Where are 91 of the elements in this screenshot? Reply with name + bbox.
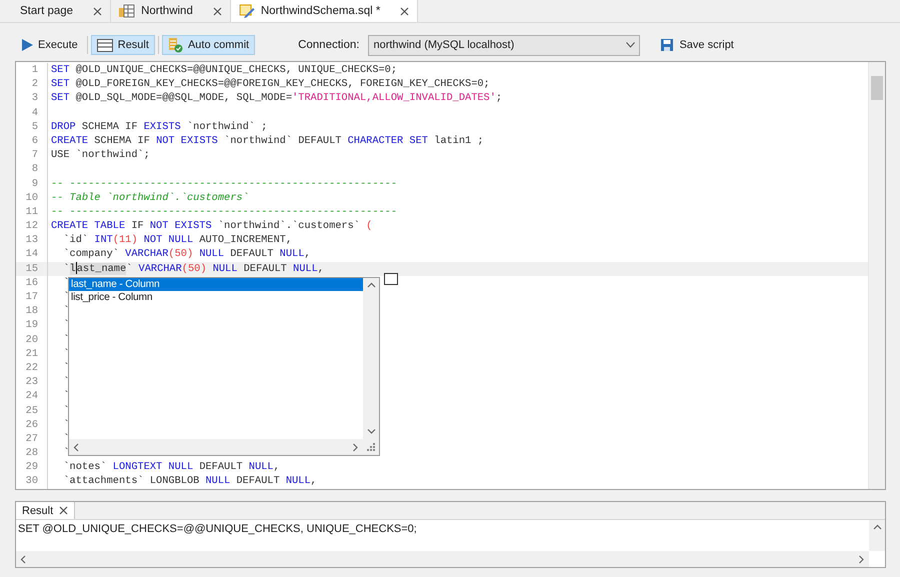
code-line: `last_name` VARCHAR(50) NULL DEFAULT NULL,: [62, 262, 324, 276]
line-number: 11: [16, 204, 48, 220]
chevron-down-icon: [626, 42, 636, 48]
code-line: `: [62, 304, 70, 318]
toolbar-button[interactable]: Execute: [16, 35, 84, 55]
line-number: 21: [16, 346, 48, 361]
line-number: 28: [16, 446, 48, 460]
toolbar-button[interactable]: Auto commit: [162, 35, 256, 55]
database-icon: [119, 4, 136, 18]
code-line: `: [62, 346, 70, 361]
scroll-up-icon[interactable]: [872, 524, 882, 531]
line-number: 20: [16, 332, 48, 347]
line-number: 5: [16, 120, 48, 134]
line-number: 23: [16, 375, 48, 390]
line-number: 15: [16, 262, 48, 276]
line-number: 25: [16, 404, 48, 418]
result-tab[interactable]: Result: [16, 502, 76, 519]
code-line: `id` INT(11) NOT NULL AUTO_INCREMENT,: [62, 233, 292, 248]
line-number: 29: [16, 460, 48, 474]
code-line: DROP SCHEMA IF EXISTS `northwind` ;: [50, 120, 268, 134]
code-line: `: [62, 360, 70, 376]
commit-icon: [168, 38, 183, 52]
connection-dropdown[interactable]: northwind (MySQL localhost): [368, 34, 640, 56]
line-number: 19: [16, 318, 48, 333]
toolbar-button[interactable]: Result: [90, 35, 155, 55]
save-icon: [661, 39, 674, 51]
connection-label: Connection:: [298, 39, 360, 51]
tab-close-icon[interactable]: [212, 6, 222, 16]
document-tab[interactable]: NorthwindSchema.sql *: [230, 0, 418, 22]
code-line: `: [62, 375, 70, 390]
code-line: `: [62, 418, 70, 432]
code-editor[interactable]: [15, 61, 886, 490]
line-number: 6: [16, 134, 48, 148]
tab-close-icon[interactable]: [93, 6, 102, 16]
line-number: 17: [16, 290, 48, 304]
code-line: SET @OLD_SQL_MODE=@@SQL_MODE, SQL_MODE='TRADITIONAL,ALLOW_INVALID_DATES';: [50, 91, 502, 106]
script-icon: [238, 4, 255, 18]
tooltip-box: [384, 273, 398, 285]
code-line: USE `northwind`;: [50, 148, 150, 162]
line-number: 4: [16, 106, 48, 120]
code-line: `notes` LONGTEXT NULL DEFAULT NULL,: [62, 460, 280, 474]
code-line: `attachments` LONGBLOB NULL DEFAULT NULL,: [62, 474, 317, 489]
code-line: `: [62, 276, 70, 290]
scroll-down-icon[interactable]: [366, 428, 376, 435]
panel-icon: [96, 38, 113, 52]
line-number: 22: [16, 360, 48, 376]
line-number: 13: [16, 233, 48, 248]
code-line: `: [62, 332, 70, 347]
scroll-up-icon[interactable]: [366, 282, 376, 289]
save-script-button[interactable]: Save script: [658, 35, 737, 55]
line-number: 16: [16, 276, 48, 290]
scroll-right-icon[interactable]: [352, 442, 359, 452]
tab-close-icon[interactable]: [59, 506, 68, 515]
line-number: 18: [16, 304, 48, 318]
scroll-left-icon[interactable]: [20, 554, 27, 564]
vertical-scrollbar[interactable]: [868, 62, 885, 489]
code-line: SET @OLD_UNIQUE_CHECKS=@@UNIQUE_CHECKS, UNIQUE_CHECKS=0;: [50, 63, 398, 78]
autocomplete-item[interactable]: list_price - Column: [69, 291, 363, 304]
code-line: `company` VARCHAR(50) NULL DEFAULT NULL,: [62, 247, 311, 262]
line-number: 10: [16, 190, 48, 205]
code-line: SET @OLD_FOREIGN_KEY_CHECKS=@@FOREIGN_KEY_CHECKS, FOREIGN_KEY_CHECKS=0;: [50, 77, 490, 92]
code-line: CREATE TABLE IF NOT EXISTS `northwind`.`customers` (: [50, 219, 372, 234]
code-line: `: [62, 290, 70, 304]
line-number: 24: [16, 389, 48, 404]
code-line: -- -----------------------------------------------------: [50, 204, 398, 220]
code-line: `: [62, 432, 70, 446]
line-number: 2: [16, 77, 48, 92]
code-line: `: [62, 404, 70, 418]
line-number: 12: [16, 219, 48, 234]
text-cursor: [76, 262, 77, 274]
code-line: `: [62, 446, 70, 460]
autocomplete-item[interactable]: last_name - Column: [69, 278, 363, 291]
line-number: 1: [16, 63, 48, 78]
scroll-left-icon[interactable]: [73, 442, 80, 452]
line-number: 7: [16, 148, 48, 162]
scroll-right-icon[interactable]: [858, 554, 865, 564]
code-line: CREATE SCHEMA IF NOT EXISTS `northwind` DEFAULT CHARACTER SET latin1 ;: [50, 134, 484, 148]
line-number: 26: [16, 418, 48, 432]
line-number: 9: [16, 176, 48, 191]
code-line: -- Table `northwind`.`customers`: [50, 190, 249, 205]
line-number: 3: [16, 91, 48, 106]
play-icon: [22, 39, 33, 51]
code-line: -- -----------------------------------------------------: [50, 176, 398, 191]
result-text: SET @OLD_UNIQUE_CHECKS=@@UNIQUE_CHECKS, UNIQUE_CHECKS=0;: [17, 522, 418, 537]
resize-grip-icon[interactable]: [367, 443, 375, 451]
line-number: 30: [16, 474, 48, 489]
code-line: `: [62, 389, 70, 404]
tab-close-icon[interactable]: [400, 6, 410, 16]
line-number: 27: [16, 432, 48, 446]
line-number: 8: [16, 162, 48, 176]
code-line: `: [62, 318, 70, 333]
